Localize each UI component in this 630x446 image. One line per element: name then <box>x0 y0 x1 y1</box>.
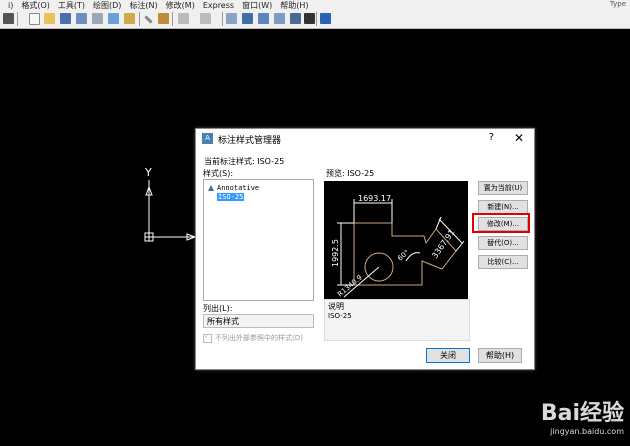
style-item-annotative[interactable]: Annotative <box>208 184 259 192</box>
preview-panel: 1693.17 1992.5 3367.91 60° R1340.9 <box>324 181 468 300</box>
zoom-window-icon[interactable] <box>258 13 269 24</box>
help-icon[interactable]: ? <box>489 132 494 143</box>
current-style-label: 当前标注样式: ISO-25 <box>204 157 285 166</box>
compare-button[interactable]: 比较(C)... <box>478 255 528 269</box>
override-button[interactable]: 替代(O)... <box>478 236 528 250</box>
redo-icon[interactable] <box>200 13 211 24</box>
zoom-previous-icon[interactable] <box>274 13 285 24</box>
open-folder-icon[interactable] <box>44 13 55 24</box>
styles-listbox[interactable]: Annotative ISO-25 <box>203 179 314 301</box>
dimension-style-manager-dialog: A 标注样式管理器 ? ✕ 当前标注样式: ISO-25 样式(S): Anno… <box>195 128 535 370</box>
close-button[interactable]: 关闭 <box>426 348 470 363</box>
zoom-realtime-icon[interactable] <box>242 13 253 24</box>
menu-item-modify[interactable]: 修改(M) <box>166 0 195 11</box>
app-menu-icon[interactable] <box>3 13 14 24</box>
properties-icon[interactable] <box>290 13 301 24</box>
watermark: Bai经验 jingyan.baidu.com <box>541 395 624 436</box>
list-label: 列出(L): <box>203 304 233 313</box>
toolbar-separator <box>139 12 140 26</box>
dim-angle: 60° <box>396 248 411 262</box>
description-panel: 说明 ISO-25 <box>324 299 470 341</box>
calculator-icon[interactable] <box>304 13 315 24</box>
ucs-y-label: Y <box>145 166 152 179</box>
dialog-app-icon: A <box>202 133 213 144</box>
plot-icon[interactable] <box>76 13 87 24</box>
toolbar-separator <box>172 12 173 26</box>
preview-drawing: 1693.17 1992.5 3367.91 60° R1340.9 <box>331 194 465 299</box>
help-icon[interactable] <box>320 13 331 24</box>
annotative-icon <box>208 185 214 191</box>
modify-highlight-box <box>472 213 530 233</box>
watermark-url: jingyan.baidu.com <box>550 427 624 436</box>
styles-label: 样式(S): <box>203 169 234 178</box>
standard-toolbar <box>0 10 630 29</box>
menu-bar: i) 格式(O) 工具(T) 绘图(D) 标注(N) 修改(M) Express… <box>0 0 630 10</box>
preview-label: 预览: ISO-25 <box>326 169 375 178</box>
menu-item-express[interactable]: Express <box>203 1 234 10</box>
undo-icon[interactable] <box>178 13 189 24</box>
plot-preview-icon[interactable] <box>92 13 103 24</box>
cut-icon[interactable] <box>144 15 153 24</box>
match-properties-icon[interactable] <box>158 13 169 24</box>
3d-print-icon[interactable] <box>124 13 135 24</box>
menu-item-partial[interactable]: i) <box>8 1 13 10</box>
menu-item-format[interactable]: 格式(O) <box>21 0 50 11</box>
dim-left: 1992.5 <box>331 239 340 267</box>
description-label: 说明 <box>328 302 344 311</box>
new-button[interactable]: 新建(N)... <box>478 200 528 214</box>
new-file-icon[interactable] <box>29 13 40 25</box>
description-value: ISO-25 <box>328 312 352 320</box>
pan-icon[interactable] <box>226 13 237 24</box>
toolbar-separator <box>316 12 317 26</box>
menu-item-dimension[interactable]: 标注(N) <box>129 0 157 11</box>
publish-icon[interactable] <box>108 13 119 24</box>
help-button[interactable]: 帮助(H) <box>478 348 522 363</box>
toolbar-separator <box>17 12 18 26</box>
close-icon[interactable]: ✕ <box>514 131 524 145</box>
type-hint: Type <box>609 0 626 8</box>
dialog-title: 标注样式管理器 <box>218 136 282 146</box>
menu-item-tools[interactable]: 工具(T) <box>58 0 85 11</box>
dim-radius: R1340.9 <box>336 274 364 299</box>
chevron-down-icon: ⌄ <box>207 315 214 324</box>
menu-item-help[interactable]: 帮助(H) <box>280 0 308 11</box>
list-filter-select[interactable]: 所有样式 ⌄ <box>203 314 314 328</box>
exclude-xref-checkbox[interactable]: 不列出外部参照中的样式(D) <box>203 332 303 343</box>
checkbox-icon <box>203 332 212 343</box>
save-icon[interactable] <box>60 13 71 24</box>
menu-item-draw[interactable]: 绘图(D) <box>93 0 121 11</box>
watermark-brand: Bai经验 <box>540 401 624 426</box>
menu-item-window[interactable]: 窗口(W) <box>242 0 272 11</box>
dialog-titlebar[interactable]: A 标注样式管理器 ? ✕ <box>196 129 534 149</box>
set-current-button[interactable]: 置为当前(U) <box>478 181 528 195</box>
dim-top: 1693.17 <box>358 194 391 203</box>
style-item-iso25[interactable]: ISO-25 <box>217 193 245 201</box>
toolbar-separator <box>222 12 223 26</box>
